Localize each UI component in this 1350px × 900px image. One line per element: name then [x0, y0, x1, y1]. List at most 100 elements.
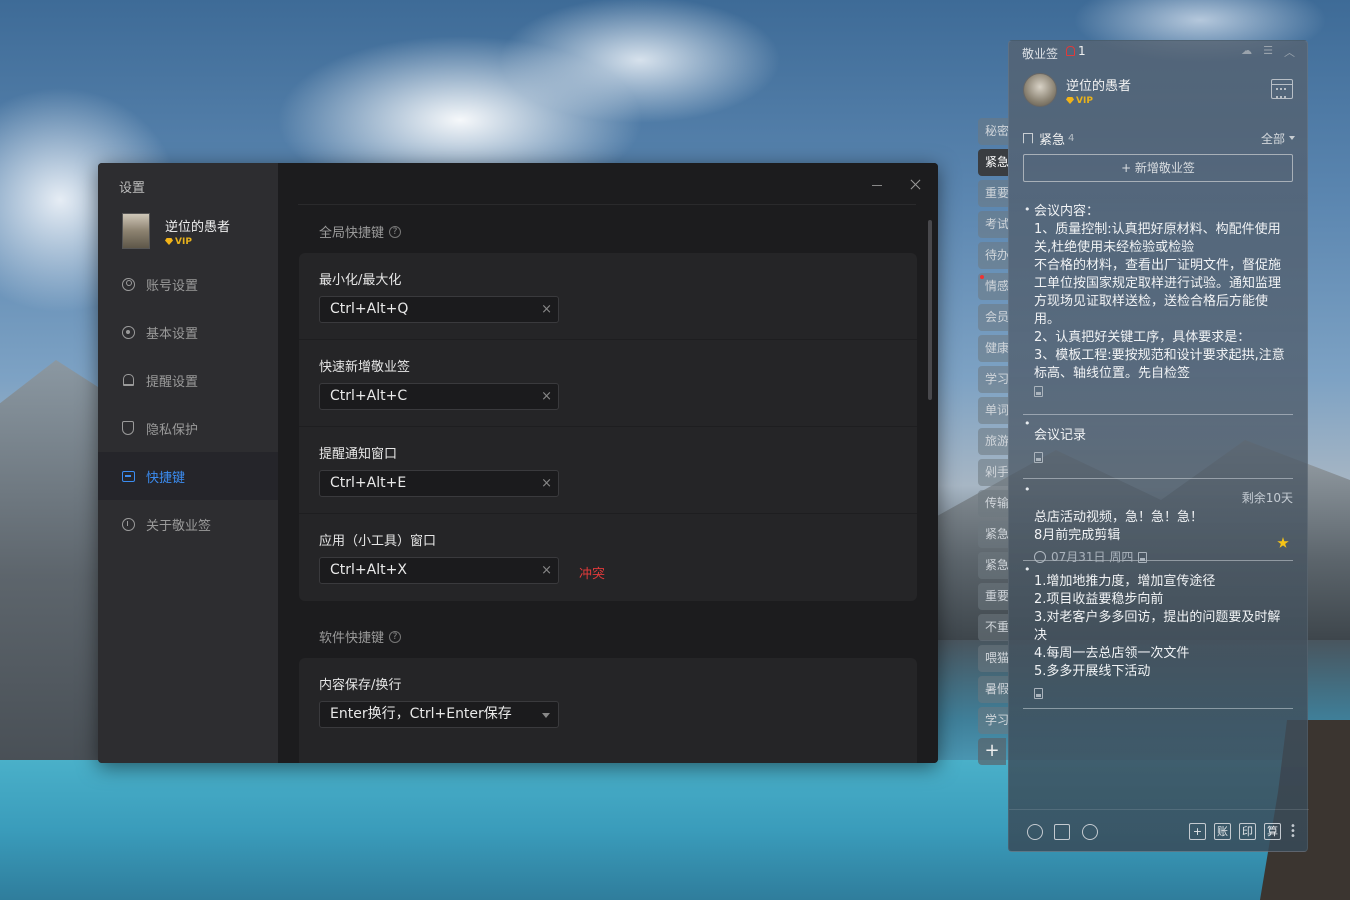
close-button[interactable] — [906, 175, 924, 193]
shortcut-row: 内容保存/换行 Enter换行，Ctrl+Enter保存 — [299, 658, 917, 745]
diamond-icon — [1066, 97, 1074, 104]
section-title-software: 软件快捷键 ? — [319, 627, 402, 646]
nav-item-privacy[interactable]: 隐私保护 — [98, 404, 278, 452]
app-name: 敬业签 — [1022, 47, 1059, 61]
reminder-indicator[interactable]: 1 — [1066, 44, 1086, 58]
filter-dropdown[interactable]: 全部 — [1261, 130, 1295, 147]
avatar — [1023, 73, 1057, 107]
vip-badge: VIP — [1066, 96, 1131, 106]
save-newline-select[interactable]: Enter换行，Ctrl+Enter保存 — [319, 701, 559, 728]
user-name: 逆位的愚者 — [165, 219, 231, 235]
category-tab[interactable]: 情感 — [978, 273, 1008, 300]
more-vertical-icon[interactable]: • • • — [1290, 822, 1296, 842]
chevron-up-icon[interactable]: ︿ — [1284, 44, 1295, 60]
category-tab[interactable]: 喂猫 — [978, 645, 1008, 672]
category-tab[interactable]: 重要 — [978, 180, 1008, 207]
shortcut-value: Ctrl+Alt+X — [330, 562, 407, 578]
diamond-icon — [165, 238, 173, 245]
chevron-down-icon — [1289, 136, 1295, 140]
unread-dot — [980, 275, 984, 279]
category-header: 紧急 4 全部 — [1023, 129, 1295, 148]
menu-icon[interactable]: ☰ — [1263, 44, 1273, 60]
category-tab[interactable]: 秘密 — [978, 118, 1008, 145]
category-tab[interactable]: 不重 — [978, 614, 1008, 641]
shortcut-input-new-note[interactable]: Ctrl+Alt+C × — [319, 383, 559, 410]
note-item[interactable]: 会议内容： 1、质量控制:认真把好原材料、构配件使用关,杜绝使用未经检验或检验 … — [1023, 201, 1293, 415]
category-tab[interactable]: 紧急 — [978, 552, 1008, 579]
cloud-sync-icon[interactable]: ☁ — [1241, 44, 1252, 60]
user-profile[interactable]: 逆位的愚者 VIP — [122, 213, 230, 249]
nav-item-basic[interactable]: 基本设置 — [98, 308, 278, 356]
note-footer: + 账 印 算 • • • — [1009, 809, 1309, 853]
search-icon[interactable] — [1082, 824, 1098, 840]
user-name: 逆位的愚者 — [1066, 78, 1132, 94]
note-item[interactable]: 剩余10天 总店活动视频，急！急！急！ 8月前完成剪辑 07月31日 周四 — [1023, 481, 1293, 564]
category-tab[interactable]: 健康 — [978, 335, 1008, 362]
add-widget-button[interactable]: + — [1189, 823, 1206, 840]
note-text: 1.增加地推力度，增加宣传途径 2.项目收益要稳步向前 3.对老客户多多回访，提… — [1034, 574, 1281, 679]
nav-item-label: 基本设置 — [146, 326, 199, 342]
help-icon[interactable]: ? — [389, 630, 402, 643]
info-icon — [121, 517, 135, 531]
document-icon — [1034, 687, 1043, 699]
document-icon — [1034, 385, 1043, 397]
category-tab[interactable]: 重要 — [978, 583, 1008, 610]
note-meta — [1034, 683, 1293, 703]
todo-check-icon[interactable] — [1054, 824, 1070, 840]
settings-dot-icon — [121, 325, 135, 339]
category-tab[interactable]: 剁手 — [978, 459, 1008, 486]
nav-item-reminder[interactable]: 提醒设置 — [98, 356, 278, 404]
note-item[interactable]: 会议记录 — [1023, 415, 1293, 479]
account-book-button[interactable]: 账 — [1214, 823, 1231, 840]
note-meta — [1034, 447, 1293, 467]
category-tab[interactable]: 会员 — [978, 304, 1008, 331]
shortcut-label: 应用（小工具）窗口 — [319, 534, 437, 549]
nav-item-label: 提醒设置 — [146, 374, 199, 390]
scrollbar[interactable] — [928, 220, 932, 400]
category-tab[interactable]: 待办 — [978, 242, 1008, 269]
category-tab[interactable]: 紧急 — [978, 521, 1008, 548]
bookmark-icon — [1023, 132, 1033, 144]
nav-item-about[interactable]: 关于敬业签 — [98, 500, 278, 548]
shortcut-label: 最小化/最大化 — [319, 273, 402, 288]
calendar-icon[interactable] — [1271, 79, 1293, 99]
print-button[interactable]: 印 — [1239, 823, 1256, 840]
shortcut-row: 快速新增敬业签 Ctrl+Alt+C × — [299, 340, 917, 427]
sticky-note-panel: 敬业签 1 ☁ ☰ ︿ 逆位的愚者 VIP 紧急 4 全部 + 新增敬业签 会议… — [1008, 40, 1309, 853]
nav-item-shortcuts[interactable]: 快捷键 — [98, 452, 278, 500]
settings-window: 设置 逆位的愚者 VIP 账号设置 基本设置 提醒设置 隐私保护 快捷键 关于敬… — [98, 163, 938, 763]
shortcut-row: 提醒通知窗口 Ctrl+Alt+E × — [299, 427, 917, 514]
category-tab[interactable]: 考试 — [978, 211, 1008, 238]
clear-icon[interactable]: × — [541, 297, 552, 322]
note-text: 总店活动视频，急！急！急！ 8月前完成剪辑 — [1034, 510, 1204, 543]
shortcut-row: 最小化/最大化 Ctrl+Alt+Q × — [299, 253, 917, 340]
note-item[interactable]: 1.增加地推力度，增加宣传途径 2.项目收益要稳步向前 3.对老客户多多回访，提… — [1023, 561, 1293, 709]
minimize-button[interactable] — [868, 175, 886, 193]
category-tabs: 秘密 紧急 重要 考试 待办 情感 会员 健康 学习 单词 旅游 剁手 传输 紧急 紧急 重要 不重 喂猫 暑假 学习… — [978, 118, 1010, 765]
settings-sidebar: 设置 逆位的愚者 VIP 账号设置 基本设置 提醒设置 隐私保护 快捷键 关于敬… — [98, 163, 278, 763]
shortcut-input-reminder-window[interactable]: Ctrl+Alt+E × — [319, 470, 559, 497]
add-tab-button[interactable]: + — [978, 738, 1006, 765]
note-user-profile[interactable]: 逆位的愚者 VIP — [1023, 73, 1131, 107]
category-tab[interactable]: 紧急 — [978, 149, 1008, 176]
calculator-button[interactable]: 算 — [1264, 823, 1281, 840]
shortcut-label: 快速新增敬业签 — [319, 360, 411, 375]
note-titlebar: 敬业签 1 ☁ ☰ ︿ — [1009, 41, 1309, 63]
software-shortcuts-card: 内容保存/换行 Enter换行，Ctrl+Enter保存 — [299, 658, 917, 763]
category-tab[interactable]: 单词 — [978, 397, 1008, 424]
user-circle-icon — [121, 277, 135, 291]
shortcut-input-app-window[interactable]: Ctrl+Alt+X × — [319, 557, 559, 584]
add-note-button[interactable]: + 新增敬业签 — [1023, 154, 1293, 182]
help-icon[interactable]: ? — [389, 225, 402, 238]
nav-item-account[interactable]: 账号设置 — [98, 260, 278, 308]
clear-icon[interactable]: × — [541, 558, 552, 583]
category-tab[interactable]: 暑假 — [978, 676, 1008, 703]
category-tab[interactable]: 旅游 — [978, 428, 1008, 455]
history-clock-icon[interactable] — [1027, 824, 1043, 840]
category-tab[interactable]: 学习 — [978, 366, 1008, 393]
category-tab[interactable]: 传输 — [978, 490, 1008, 517]
clear-icon[interactable]: × — [541, 471, 552, 496]
category-tab[interactable]: 学习 — [978, 707, 1008, 734]
clear-icon[interactable]: × — [541, 384, 552, 409]
shortcut-input-minimize[interactable]: Ctrl+Alt+Q × — [319, 296, 559, 323]
